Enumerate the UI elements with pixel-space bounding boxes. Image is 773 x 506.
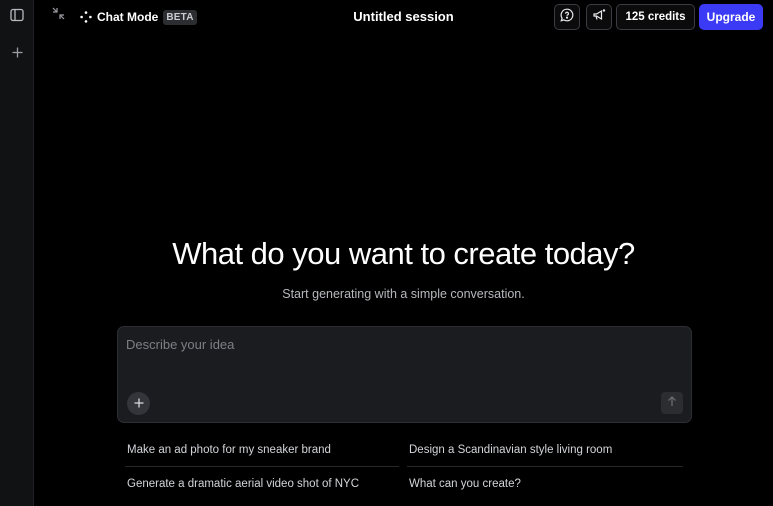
new-session-button[interactable] [4,39,30,65]
suggestion-item[interactable]: Make an ad photo for my sneaker brand [127,444,331,456]
feedback-button[interactable] [554,4,580,30]
chat-help-icon [560,8,574,27]
suggestion-item[interactable]: What can you create? [409,478,521,490]
credits-button[interactable]: 125 credits [616,4,695,30]
suggestion-item[interactable]: Generate a dramatic aerial video shot of… [127,478,359,490]
top-bar: Untitled session Chat Mode BETA 125 cred… [34,0,773,34]
prompt-input[interactable] [126,337,681,377]
attach-button[interactable] [127,392,150,415]
arrow-up-icon [667,394,677,412]
collapse-button[interactable] [48,6,68,26]
plus-icon [134,395,144,412]
chat-mode-selector[interactable]: Chat Mode BETA [80,8,197,26]
toggle-sidebar-button[interactable] [4,4,30,30]
left-rail [0,0,34,506]
mode-label: Chat Mode [97,10,159,24]
suggestion-item[interactable]: Design a Scandinavian style living room [409,444,612,456]
collapse-arrows-icon [52,7,65,25]
session-title[interactable]: Untitled session [353,9,453,24]
sparkle-dots-icon [80,11,92,23]
announcements-button[interactable] [586,4,612,30]
send-button[interactable] [661,392,683,414]
suggestion-divider [407,466,683,467]
hero-subtitle: Start generating with a simple conversat… [282,287,525,301]
sidebar-panel-icon [10,8,24,27]
prompt-box [117,326,692,423]
suggestion-divider [125,466,399,467]
megaphone-icon [592,8,606,27]
beta-badge: BETA [163,9,197,25]
upgrade-button[interactable]: Upgrade [699,4,763,30]
hero-title: What do you want to create today? [172,236,635,271]
plus-icon [12,44,23,61]
